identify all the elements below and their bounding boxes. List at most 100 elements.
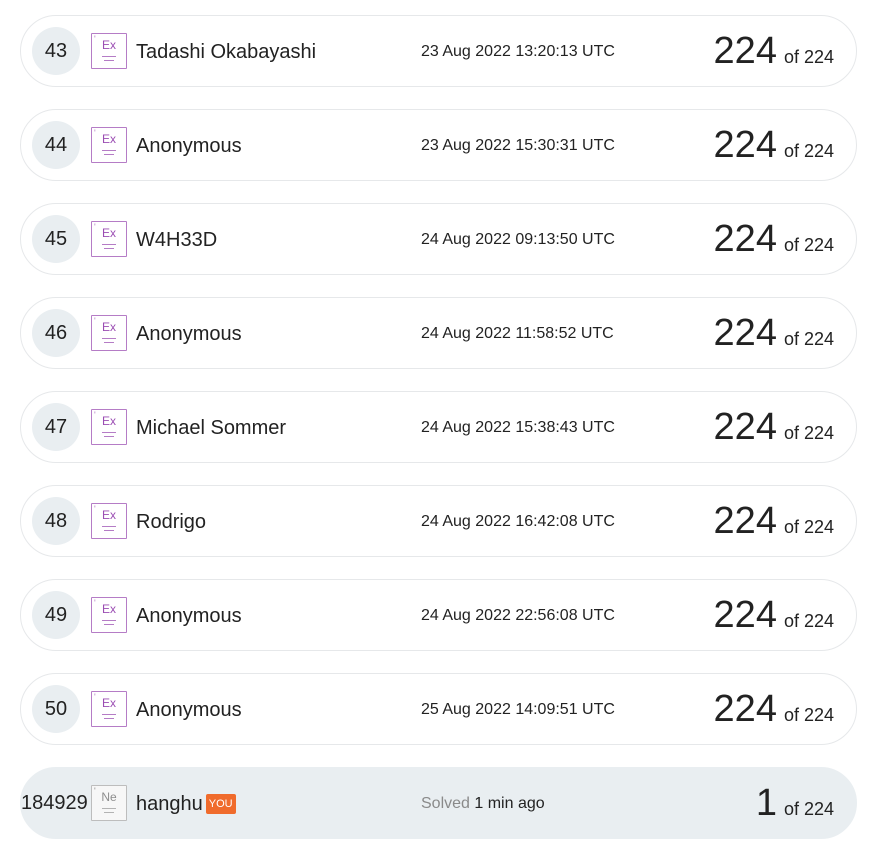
score-value: 224 — [713, 124, 777, 166]
score: 224 of 224 — [714, 122, 834, 168]
leaderboard-row: 48 ' Ex Rodrigo 24 Aug 2022 16:42:08 UTC… — [20, 485, 857, 557]
score: 224 of 224 — [714, 686, 834, 732]
solve-timestamp: 24 Aug 2022 11:58:52 UTC — [421, 325, 614, 342]
solve-timestamp: 24 Aug 2022 22:56:08 UTC — [421, 607, 615, 624]
element-badge-icon: ' Ex — [91, 409, 127, 445]
score: 224 of 224 — [714, 404, 834, 450]
badge-symbol: Ex — [101, 320, 116, 334]
leaderboard-row: 46 ' Ex Anonymous 24 Aug 2022 11:58:52 U… — [20, 297, 857, 369]
rank-number: 49 — [32, 591, 80, 639]
solve-timestamp: 24 Aug 2022 16:42:08 UTC — [421, 513, 615, 530]
score-value: 224 — [713, 312, 777, 354]
player-name: W4H33D — [136, 229, 218, 251]
score-total: of 224 — [783, 329, 834, 349]
player-name: Rodrigo — [136, 511, 207, 533]
badge-symbol: Ex — [101, 38, 116, 52]
solved-label: Solved — [421, 795, 470, 812]
score-value: 224 — [713, 218, 777, 260]
badge-line — [104, 812, 114, 813]
badge-line — [102, 714, 116, 715]
badge-line — [104, 624, 114, 625]
score-total: of 224 — [783, 611, 834, 631]
score-value: 224 — [713, 688, 777, 730]
score-total: of 224 — [783, 799, 834, 819]
badge-line — [104, 718, 114, 719]
score-value: 1 — [755, 782, 777, 824]
you-badge: YOU — [205, 794, 236, 814]
score-total: of 224 — [783, 47, 834, 67]
badge-line — [102, 432, 116, 433]
leaderboard-row: 47 ' Ex Michael Sommer 24 Aug 2022 15:38… — [20, 391, 857, 463]
rank-number: 184929 — [21, 791, 88, 814]
player-name: Anonymous — [136, 135, 242, 157]
solve-timestamp: 23 Aug 2022 13:20:13 UTC — [421, 43, 615, 60]
solve-status: Solved 1 min ago — [421, 794, 545, 814]
badge-symbol: Ex — [101, 414, 116, 428]
player-name: Anonymous — [136, 699, 242, 721]
element-badge-icon: ' Ex — [91, 221, 127, 257]
badge-line — [104, 248, 114, 249]
element-badge-icon: ' Ex — [91, 315, 127, 351]
player-name-block: hanghu YOU — [136, 792, 236, 816]
badge-line — [102, 244, 116, 245]
score-total: of 224 — [783, 517, 834, 537]
score-value: 224 — [713, 594, 777, 636]
badge-line — [104, 154, 114, 155]
leaderboard-row: 43 ' Ex Tadashi Okabayashi 23 Aug 2022 1… — [20, 15, 857, 87]
rank-number: 44 — [32, 121, 80, 169]
rank-number: 45 — [32, 215, 80, 263]
score-total: of 224 — [783, 705, 834, 725]
solve-timestamp: 24 Aug 2022 09:13:50 UTC — [421, 231, 615, 248]
score: 224 of 224 — [714, 498, 834, 544]
badge-symbol: Ex — [101, 602, 116, 616]
leaderboard-row: 45 ' Ex W4H33D 24 Aug 2022 09:13:50 UTC … — [20, 203, 857, 275]
badge-line — [102, 526, 116, 527]
badge-symbol: Ex — [101, 508, 116, 522]
leaderboard-row: 44 ' Ex Anonymous 23 Aug 2022 15:30:31 U… — [20, 109, 857, 181]
score: 224 of 224 — [714, 216, 834, 262]
solve-timestamp: 24 Aug 2022 15:38:43 UTC — [421, 419, 615, 436]
badge-line — [102, 56, 116, 57]
leaderboard-row: 49 ' Ex Anonymous 24 Aug 2022 22:56:08 U… — [20, 579, 857, 651]
player-name: hanghu — [136, 793, 203, 815]
badge-symbol: Ex — [101, 132, 116, 146]
badge-line — [104, 342, 114, 343]
rank-number: 48 — [32, 497, 80, 545]
score-value: 224 — [713, 406, 777, 448]
rank-number: 43 — [32, 27, 80, 75]
score-value: 224 — [713, 500, 777, 542]
player-name: Anonymous — [136, 605, 242, 627]
leaderboard-list: 43 ' Ex Tadashi Okabayashi 23 Aug 2022 1… — [0, 0, 877, 854]
score: 224 of 224 — [714, 592, 834, 638]
rank-number: 47 — [32, 403, 80, 451]
score: 1 of 224 — [756, 780, 834, 826]
leaderboard-row: 50 ' Ex Anonymous 25 Aug 2022 14:09:51 U… — [20, 673, 857, 745]
player-name: Michael Sommer — [136, 417, 287, 439]
element-badge-icon: ' Ex — [91, 127, 127, 163]
current-user-row: 184929 ' Ne hanghu YOU Solved 1 min ago 1… — [20, 767, 857, 839]
badge-line — [104, 60, 114, 61]
player-name: Tadashi Okabayashi — [136, 41, 317, 63]
rank-number: 50 — [32, 685, 80, 733]
badge-line — [104, 436, 114, 437]
badge-line — [102, 338, 116, 339]
element-badge-icon: ' Ex — [91, 597, 127, 633]
solve-timestamp: 25 Aug 2022 14:09:51 UTC — [421, 701, 615, 718]
badge-symbol: Ex — [101, 696, 116, 710]
badge-symbol: Ne — [101, 790, 117, 804]
score: 224 of 224 — [714, 310, 834, 356]
element-badge-icon: ' Ex — [91, 691, 127, 727]
solved-time: 1 min ago — [474, 795, 545, 812]
solve-timestamp: 23 Aug 2022 15:30:31 UTC — [421, 137, 615, 154]
score-total: of 224 — [783, 141, 834, 161]
score-total: of 224 — [783, 423, 834, 443]
score-total: of 224 — [783, 235, 834, 255]
element-badge-icon: ' Ne — [91, 785, 127, 821]
score: 224 of 224 — [714, 28, 834, 74]
badge-line — [102, 808, 116, 809]
badge-line — [102, 620, 116, 621]
badge-symbol: Ex — [101, 226, 116, 240]
element-badge-icon: ' Ex — [91, 503, 127, 539]
player-name: Anonymous — [136, 323, 242, 345]
badge-line — [104, 530, 114, 531]
